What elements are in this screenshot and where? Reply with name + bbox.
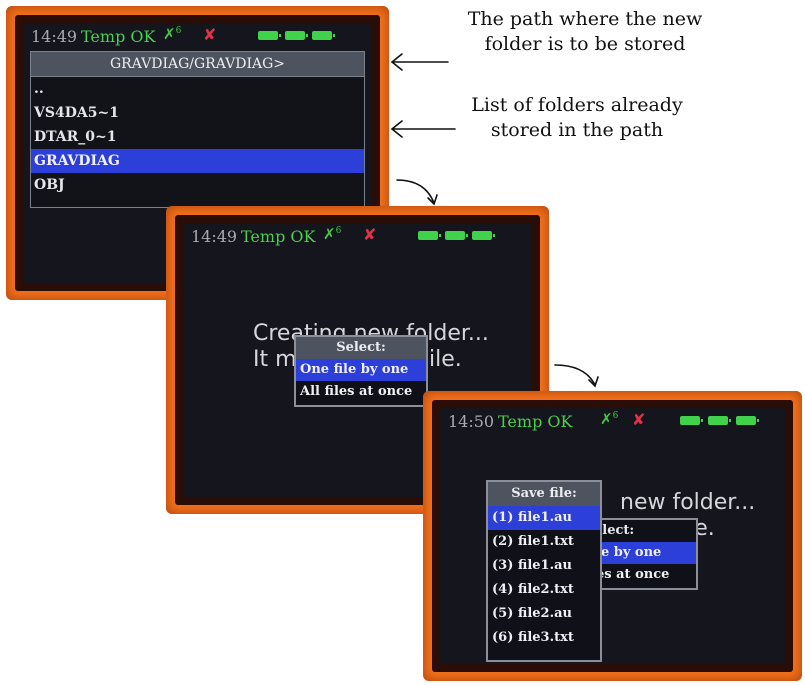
list-item[interactable]: DTAR_0~1	[31, 125, 364, 149]
folder-list[interactable]: .. VS4DA5~1 DTAR_0~1 GRAVDIAG OBJ	[30, 76, 365, 208]
path-annotation-line1: The path where the new	[467, 8, 703, 30]
clock: 14:49	[191, 227, 238, 246]
message-line1-tail: new folder...	[620, 490, 756, 515]
message-line2: It m	[253, 347, 297, 372]
satellite-icon: ✗6	[600, 410, 618, 428]
satellite-symbol: ✗	[323, 225, 336, 243]
screen-3: 14:50 Temp OK ✗6 ✘ new folder... ile. el…	[440, 408, 785, 664]
battery-icon	[258, 31, 281, 40]
menu-title: Save file:	[488, 482, 600, 506]
no-signal-icon: ✘	[203, 25, 217, 44]
list-annotation: List of folders already stored in the pa…	[432, 93, 722, 143]
list-annotation-line2: stored in the path	[490, 119, 664, 141]
file-item[interactable]: (4) file2.txt	[488, 578, 600, 602]
list-annotation-line1: List of folders already	[471, 94, 683, 116]
satellite-count: 6	[612, 411, 619, 421]
file-item[interactable]: (2) file1.txt	[488, 530, 600, 554]
status-bar: 14:50 Temp OK ✗6 ✘	[440, 408, 785, 434]
file-item[interactable]: (6) file3.txt	[488, 626, 600, 650]
menu-item-one-by-one[interactable]: One file by one	[296, 359, 426, 381]
file-item[interactable]: (1) file1.au	[488, 506, 600, 530]
device-screen-3: 14:50 Temp OK ✗6 ✘ new folder... ile. el…	[423, 391, 802, 681]
satellite-count: 6	[335, 226, 342, 236]
clock: 14:50	[448, 412, 495, 431]
list-item[interactable]: OBJ	[31, 173, 364, 197]
path-annotation-line2: folder is to be stored	[484, 33, 686, 55]
select-mode-menu-behind[interactable]: elect: le by one es at once	[590, 518, 698, 590]
satellite-symbol: ✗	[600, 410, 613, 428]
battery-icon	[312, 31, 335, 40]
select-mode-menu[interactable]: Select: One file by one All files at onc…	[294, 335, 428, 407]
temp-status: Temp OK	[498, 412, 573, 431]
battery-icon	[472, 231, 495, 240]
file-item[interactable]: (3) file1.au	[488, 554, 600, 578]
message-line2-tail: ile.	[429, 347, 462, 372]
satellite-icon: ✗6	[163, 25, 181, 43]
list-item-selected[interactable]: GRAVDIAG	[31, 149, 364, 173]
status-bar: 14:49 Temp OK ✗6 ✘	[23, 23, 372, 49]
battery-icon	[418, 231, 441, 240]
battery-icon	[708, 416, 731, 425]
menu-title: elect:	[592, 520, 696, 542]
list-item[interactable]: ..	[31, 77, 364, 101]
path-bar: GRAVDIAG/GRAVDIAG>	[30, 51, 365, 77]
battery-icon	[285, 31, 308, 40]
menu-title: Select:	[296, 337, 426, 359]
satellite-symbol: ✗	[163, 25, 176, 43]
battery-icon	[445, 231, 468, 240]
battery-icon	[680, 416, 703, 425]
save-file-menu[interactable]: Save file: (1) file1.au (2) file1.txt (3…	[486, 480, 602, 662]
temp-status: Temp OK	[241, 227, 316, 246]
flow-arrow-2	[554, 364, 599, 388]
menu-item-all-at-once[interactable]: es at once	[592, 564, 696, 586]
satellite-count: 6	[175, 26, 182, 36]
menu-item-all-at-once[interactable]: All files at once	[296, 381, 426, 403]
no-signal-icon: ✘	[363, 225, 377, 244]
flow-arrow-1	[396, 179, 438, 206]
path-annotation: The path where the new folder is to be s…	[440, 7, 730, 57]
temp-status: Temp OK	[81, 27, 156, 46]
clock: 14:49	[31, 27, 78, 46]
battery-icon	[736, 416, 759, 425]
no-signal-icon: ✘	[632, 410, 646, 429]
status-bar: 14:49 Temp OK ✗6 ✘	[183, 223, 532, 249]
list-item[interactable]: VS4DA5~1	[31, 101, 364, 125]
menu-item-one-by-one[interactable]: le by one	[592, 542, 696, 564]
file-item[interactable]: (5) file2.au	[488, 602, 600, 626]
satellite-icon: ✗6	[323, 225, 341, 243]
